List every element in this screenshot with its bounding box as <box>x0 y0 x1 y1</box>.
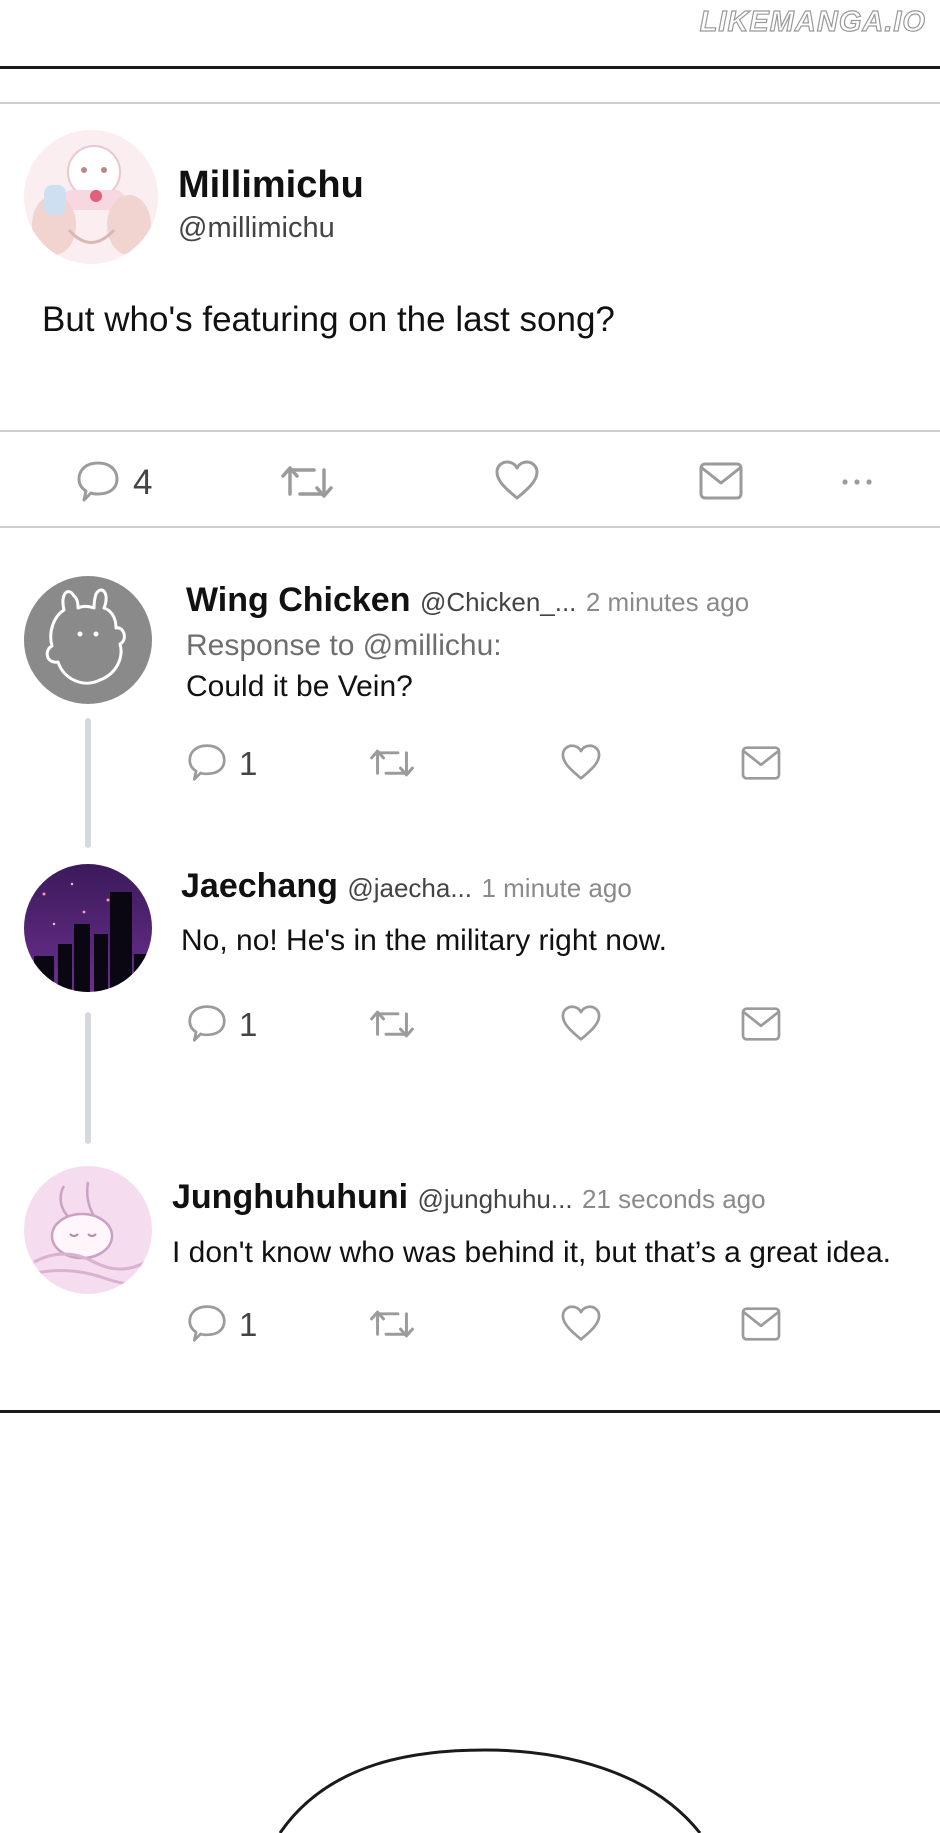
reply-header: Wing Chicken @Chicken_... 2 minutes ago <box>186 581 749 620</box>
like-button[interactable] <box>560 743 602 781</box>
mail-icon <box>699 462 743 500</box>
avatar-sleeping-bunny-illustration <box>24 1166 152 1294</box>
more-button[interactable] <box>840 478 874 486</box>
like-button[interactable] <box>560 1304 602 1342</box>
reply-count: 1 <box>239 745 258 782</box>
reply-author-handle[interactable]: @jaecha... <box>347 873 472 903</box>
more-icon <box>842 479 872 485</box>
reply-button[interactable] <box>187 1303 227 1343</box>
reply-count: 1 <box>239 1006 258 1043</box>
reply-icon <box>188 1005 226 1042</box>
post-reply-count: 4 <box>133 463 153 502</box>
reply-author-name[interactable]: Wing Chicken <box>186 581 411 619</box>
heart-icon <box>495 460 539 500</box>
post-top-divider <box>0 102 940 104</box>
thread-connector <box>85 718 91 848</box>
replies-top-divider <box>0 526 940 528</box>
avatar-illustration <box>24 130 158 264</box>
reply-button[interactable] <box>76 459 120 503</box>
panel-bottom-border <box>0 1410 940 1413</box>
reply-icon <box>188 744 226 781</box>
post-actions-top-divider <box>0 430 940 432</box>
mail-icon <box>741 1007 781 1041</box>
avatar-bunny-illustration <box>24 576 152 704</box>
watermark: LIKEMANGA.IO <box>699 5 926 38</box>
reply-timestamp: 2 minutes ago <box>585 587 750 617</box>
retweet-button[interactable] <box>280 462 334 502</box>
reply-icon <box>77 461 119 502</box>
reply-author-handle[interactable]: @Chicken_... <box>420 587 576 617</box>
reply-text: No, no! He's in the military right now. <box>181 924 667 957</box>
panel-top-border <box>0 66 940 69</box>
retweet-button[interactable] <box>368 1007 416 1041</box>
like-button[interactable] <box>560 1004 602 1042</box>
post-author-handle[interactable]: @millimichu <box>178 212 335 245</box>
retweet-button[interactable] <box>368 746 416 780</box>
reply-button[interactable] <box>187 742 227 782</box>
reply-header: Jaechang @jaecha... 1 minute ago <box>181 867 632 906</box>
post-author-name[interactable]: Millimichu <box>178 164 364 207</box>
avatar-millimichu[interactable] <box>24 130 158 264</box>
reply-response-to[interactable]: Response to @millichu: <box>186 629 502 663</box>
reply-author-name[interactable]: Junghuhuhuni <box>172 1178 408 1216</box>
message-button[interactable] <box>740 1306 782 1342</box>
message-button[interactable] <box>740 1006 782 1042</box>
avatar-wing-chicken[interactable] <box>24 576 152 704</box>
retweet-icon <box>370 1310 414 1338</box>
mail-icon <box>741 1307 781 1341</box>
reply-icon <box>188 1305 226 1342</box>
retweet-icon <box>370 1010 414 1038</box>
retweet-icon <box>281 466 333 498</box>
speech-bubble-arc <box>278 1748 702 1833</box>
heart-icon <box>561 1005 601 1041</box>
reply-author-name[interactable]: Jaechang <box>181 867 338 905</box>
reply-header: Junghuhuhuni @junghuhu... 21 seconds ago <box>172 1178 766 1217</box>
reply-text: I don't know who was behind it, but that… <box>172 1236 891 1269</box>
reply-count: 1 <box>239 1306 258 1343</box>
message-button[interactable] <box>698 461 744 501</box>
like-button[interactable] <box>494 459 540 501</box>
reply-button[interactable] <box>187 1003 227 1043</box>
avatar-jaechang[interactable] <box>24 864 152 992</box>
retweet-icon <box>370 749 414 777</box>
reply-text: Could it be Vein? <box>186 670 413 703</box>
reply-timestamp: 21 seconds ago <box>582 1184 766 1214</box>
mail-icon <box>741 746 781 780</box>
heart-icon <box>561 744 601 780</box>
reply-timestamp: 1 minute ago <box>481 873 632 903</box>
post-text: But who's featuring on the last song? <box>42 300 615 339</box>
avatar-night-city-illustration <box>24 864 152 992</box>
retweet-button[interactable] <box>368 1307 416 1341</box>
thread-connector <box>85 1012 91 1144</box>
message-button[interactable] <box>740 745 782 781</box>
reply-author-handle[interactable]: @junghuhu... <box>418 1184 573 1214</box>
avatar-junghuhuhuni[interactable] <box>24 1166 152 1294</box>
heart-icon <box>561 1305 601 1341</box>
